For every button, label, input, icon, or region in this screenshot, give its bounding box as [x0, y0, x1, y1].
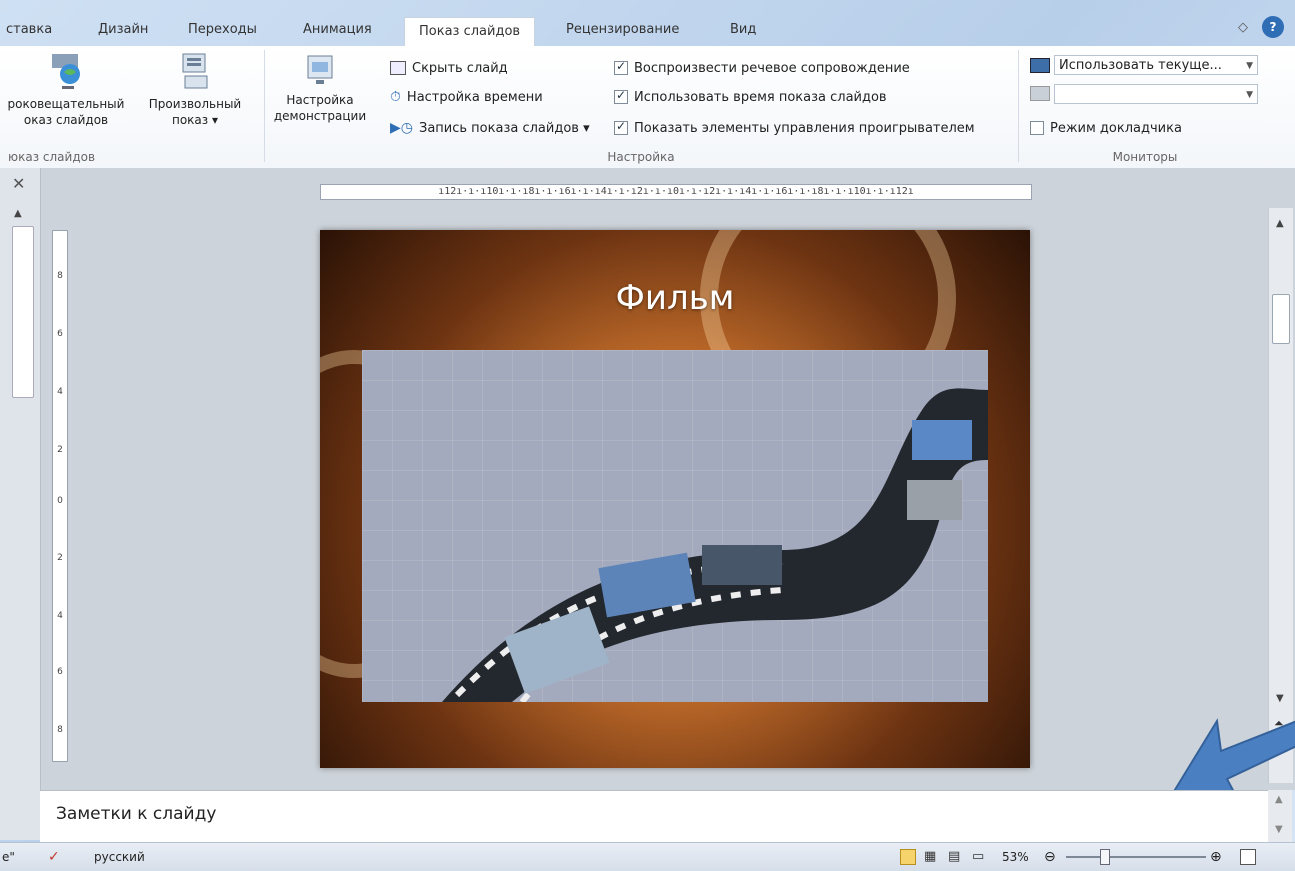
zoom-level[interactable]: 53%: [1002, 843, 1029, 871]
zoom-slider[interactable]: [1066, 856, 1206, 858]
zoom-out-icon[interactable]: ⊖: [1044, 843, 1056, 871]
slide-title[interactable]: Фильм: [320, 278, 1030, 318]
slides-pane: ✕ ▲: [0, 168, 41, 840]
group-separator: [1018, 50, 1019, 162]
fit-slide-icon[interactable]: [1240, 849, 1256, 865]
horizontal-ruler: ı12ı·ı·ı10ı·ı·ı8ı·ı·ı6ı·ı·ı4ı·ı·ı2ı·ı·ı0…: [320, 184, 1032, 200]
ruler-tick: 6: [57, 329, 63, 339]
broadcast-label-2: оказ слайдов: [23, 113, 109, 127]
scroll-up-icon[interactable]: ▲: [1276, 218, 1284, 229]
stopwatch-icon: ⏱: [390, 89, 401, 105]
media-controls-label: Показать элементы управления проигрывате…: [634, 120, 975, 136]
scroll-down-icon[interactable]: ▼: [1275, 824, 1283, 835]
monitor-select-value: Использовать текуще...: [1059, 58, 1222, 73]
broadcast-icon: [52, 54, 80, 89]
media-controls-checkbox[interactable]: Показать элементы управления проигрывате…: [614, 118, 975, 138]
custom-show-label-1: Произвольный: [148, 97, 242, 111]
status-bar: e" ✓ русский ▦ ▤ ▭ 53% ⊖ ⊕: [0, 842, 1295, 871]
scroll-down-icon[interactable]: ▼: [1276, 693, 1284, 704]
notes-scrollbar[interactable]: ▲ ▼: [1268, 790, 1292, 842]
rehearse-timings-button[interactable]: ⏱ Настройка времени: [390, 87, 543, 107]
ribbon-body: роковещательный оказ слайдов Произвольны…: [0, 46, 1295, 169]
setup-label-1: Настройка: [286, 93, 354, 107]
tab-animations[interactable]: Анимация: [303, 22, 372, 37]
vertical-ruler: 8 6 4 2 0 2 4 6 8: [52, 230, 68, 762]
ruler-tick: 2: [57, 445, 63, 455]
ruler-tick: 6: [57, 667, 63, 677]
use-timings-checkbox[interactable]: Использовать время показа слайдов: [614, 87, 887, 107]
ruler-tick: 8: [57, 725, 63, 735]
broadcast-button[interactable]: роковещательный оказ слайдов: [0, 52, 136, 128]
zoom-slider-thumb[interactable]: [1100, 849, 1110, 865]
slide-sorter-icon[interactable]: ▦: [924, 843, 936, 871]
checkbox-icon: [614, 59, 628, 75]
tab-transitions[interactable]: Переходы: [188, 22, 257, 37]
zoom-in-icon[interactable]: ⊕: [1210, 843, 1222, 871]
setup-group-label: Настройка: [607, 150, 675, 164]
tab-design[interactable]: Дизайн: [98, 22, 148, 37]
setup-label-2: демонстрации: [273, 109, 367, 123]
spellcheck-icon[interactable]: ✓: [48, 843, 60, 871]
scroll-up-icon[interactable]: ▲: [14, 208, 22, 219]
monitor-select[interactable]: Использовать текуще... ▼: [1054, 55, 1258, 75]
minimize-ribbon-icon[interactable]: ◇: [1238, 20, 1248, 35]
ruler-tick: 8: [57, 271, 63, 281]
resolution-select[interactable]: ▼: [1054, 84, 1258, 104]
presenter-view-checkbox[interactable]: Режим докладчика: [1030, 118, 1182, 138]
slides-pane-scroll-thumb[interactable]: [12, 226, 34, 398]
vertical-scrollbar[interactable]: ▲ ▼ ⏶ ⏷: [1268, 208, 1293, 783]
status-fragment: e": [2, 850, 15, 864]
ruler-tick: 4: [57, 611, 63, 621]
tab-insert[interactable]: ставка: [6, 22, 52, 37]
hide-slide-icon: [390, 61, 406, 75]
broadcast-label-1: роковещательный: [7, 97, 125, 111]
scroll-thumb[interactable]: [1272, 294, 1290, 344]
record-label: Запись показа слайдов ▾: [418, 120, 590, 136]
hide-slide-label: Скрыть слайд: [412, 60, 508, 76]
reading-view-icon[interactable]: ▤: [948, 843, 960, 871]
custom-show-button[interactable]: Произвольный показ ▾: [140, 52, 250, 128]
slide-canvas[interactable]: Фильм: [320, 230, 1030, 768]
custom-show-label-2: показ ▾: [171, 113, 218, 127]
ruler-tick: 4: [57, 387, 63, 397]
slide-workspace: ✕ ▲ ı12ı·ı·ı10ı·ı·ı8ı·ı·ı6ı·ı·ı4ı·ı·ı2ı·…: [0, 168, 1295, 840]
ruler-tick: 0: [57, 496, 63, 506]
notes-placeholder: Заметки к слайду: [56, 804, 217, 824]
start-group-label: юказ слайдов: [8, 150, 96, 164]
setup-show-button[interactable]: Настройка демонстрации: [270, 52, 370, 124]
rehearse-label: Настройка времени: [406, 89, 543, 105]
presenter-view-label: Режим докладчика: [1050, 120, 1182, 136]
checkbox-icon: [1030, 121, 1044, 135]
record-icon: ▶◷: [390, 120, 413, 136]
resolution-icon: [1030, 86, 1050, 101]
custom-show-icon: [182, 53, 208, 89]
monitors-group-label: Мониторы: [1112, 150, 1178, 164]
checkbox-icon: [614, 88, 628, 104]
scroll-up-icon[interactable]: ▲: [1275, 794, 1283, 805]
chevron-down-icon: ▼: [1246, 90, 1253, 100]
checkbox-icon: [614, 119, 628, 135]
setup-show-icon: [307, 55, 333, 84]
normal-view-icon[interactable]: [900, 849, 916, 865]
tab-view[interactable]: Вид: [730, 22, 756, 37]
group-separator: [264, 50, 265, 162]
tab-slide-show[interactable]: Показ слайдов: [404, 17, 536, 47]
close-icon[interactable]: ✕: [12, 174, 25, 193]
help-icon[interactable]: ?: [1262, 16, 1284, 38]
language-indicator[interactable]: русский: [94, 843, 145, 871]
hide-slide-button[interactable]: Скрыть слайд: [390, 58, 508, 78]
ribbon-tabs: ставка Дизайн Переходы Анимация Показ сл…: [0, 14, 1295, 47]
slide-show-view-icon[interactable]: ▭: [972, 843, 984, 871]
chevron-down-icon: ▼: [1246, 61, 1253, 71]
ruler-tick: 2: [57, 553, 63, 563]
filmstrip-picture[interactable]: [362, 350, 988, 702]
play-narrations-checkbox[interactable]: Воспроизвести речевое сопровождение: [614, 58, 910, 78]
monitor-icon: [1030, 58, 1050, 73]
play-narrations-label: Воспроизвести речевое сопровождение: [634, 60, 910, 76]
filmstrip-illustration: [442, 388, 988, 702]
tab-review[interactable]: Рецензирование: [566, 22, 679, 37]
notes-pane[interactable]: Заметки к слайду: [40, 790, 1268, 842]
use-timings-label: Использовать время показа слайдов: [634, 89, 887, 105]
record-show-button[interactable]: ▶◷ Запись показа слайдов ▾: [390, 118, 590, 138]
